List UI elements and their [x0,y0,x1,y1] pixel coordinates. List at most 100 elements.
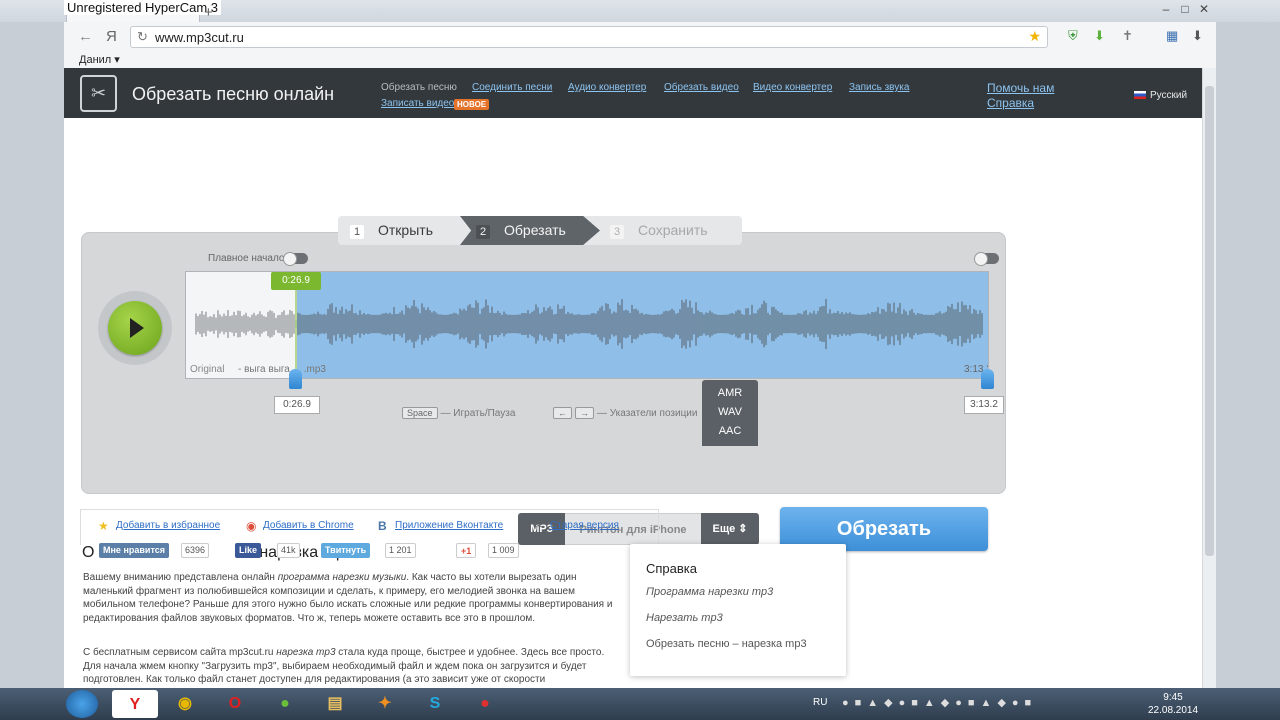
add-favorites-link[interactable]: Добавить в избранное [116,520,220,531]
recorder-watermark: Unregistered HyperCam 3 [64,0,222,15]
nav-cut-video[interactable]: Обрезать видео [664,82,739,93]
file-icon[interactable]: ▦ [1166,28,1178,44]
nav-record-video[interactable]: Записать видео [381,98,454,109]
original-label: Original [190,364,225,375]
minimize-icon[interactable]: – [1157,2,1175,16]
end-handle[interactable] [981,369,994,389]
nav-join-songs[interactable]: Соединить песни [472,82,552,93]
smooth-start-toggle[interactable] [283,252,308,266]
steps-bar: 1 Открыть 2 Обрезать 3 Сохранить [338,216,742,245]
start-time-box[interactable]: 0:26.9 [274,396,320,414]
step-cut[interactable]: 2 Обрезать [460,216,600,245]
tool-taskbar-icon[interactable]: ✦ [362,690,408,718]
vk-icon: B [378,519,387,533]
downloads-icon[interactable]: ⬇ [1192,28,1203,44]
gplus-button[interactable]: +1 [456,543,477,558]
left-arrow-key: ← [553,407,572,419]
play-icon [130,318,144,338]
star-icon: ★ [98,519,109,533]
page-scrollbar[interactable] [1202,68,1216,688]
step-number: 3 [610,225,624,239]
paragraph-text: С бесплатным сервисом сайта mp3cut.ru [83,647,277,658]
end-time-box[interactable]: 3:13.2 [964,396,1004,414]
shield-icon[interactable]: ⛨ [1068,28,1078,44]
language-label: Русский [1150,90,1188,101]
folder-taskbar-icon[interactable]: ▤ [312,690,358,718]
close-icon[interactable]: ✕ [1195,2,1213,16]
url-text: www.mp3cut.ru [155,30,244,45]
old-version-link[interactable]: Старая версия [550,520,619,531]
vk-like-count: 6396 [181,543,210,558]
browser-toolbar: ← Я ↻ www.mp3cut.ru ★ ⛨ ⬇ ✝ ▦ ⬇ [64,22,1216,52]
tool-icon[interactable]: ✝ [1122,28,1133,44]
bookmark-star-icon[interactable]: ★ [1028,28,1041,45]
file-name-label: - выга выга ... .mp3 [238,364,326,375]
editor-panel: Плавное начало Original - выга выга ... … [81,232,1006,551]
tray-icons[interactable]: ●■▲◆●■▲◆●■▲◆●■ [842,696,1037,709]
page-heading-start: О [82,544,95,561]
skype-taskbar-icon[interactable]: S [412,690,458,718]
scroll-thumb[interactable] [1205,86,1214,556]
help-item[interactable]: Обрезать песню – нарезка mp3 [646,638,807,650]
paragraph-emphasis: нарезка mp3 [276,647,336,658]
nav-audio-converter[interactable]: Аудио конвертер [568,82,646,93]
format-wav-option[interactable]: WAV [702,406,758,418]
help-link[interactable]: Справка [987,96,1034,110]
clock-date: 22.08.2014 [1148,705,1199,716]
play-button[interactable] [108,301,162,355]
help-panel: Справка Программа нарезки mp3 Нарезать m… [630,544,846,676]
app-taskbar-icon[interactable]: ● [262,690,308,718]
nav-cut-song[interactable]: Обрезать песню [381,82,457,93]
user-menu[interactable]: Данил ▾ [79,53,120,66]
opera-taskbar-icon[interactable]: O [212,690,258,718]
format-aac-option[interactable]: AAC [702,425,758,437]
new-badge: НОВОЕ [454,99,490,110]
taskbar: Y ◉ O ● ▤ ✦ S ● RU ●■▲◆●■▲◆●■▲◆●■ 9:45 2… [0,688,1280,720]
step-save[interactable]: 3 Сохранить [610,216,708,245]
tweet-button[interactable]: Твитнуть [321,543,371,558]
nav-record-sound[interactable]: Запись звука [849,82,909,93]
keyboard-language[interactable]: RU [813,697,827,708]
add-chrome-link[interactable]: Добавить в Chrome [263,520,354,531]
web-page: ✂ Обрезать песню онлайн Обрезать песню С… [64,68,1202,688]
gplus-count: 1 009 [488,543,519,558]
paragraph-2: С бесплатным сервисом сайта mp3cut.ru на… [83,646,618,687]
new-tab-button[interactable]: + [204,4,213,21]
download-icon[interactable]: ⬇ [1094,28,1105,44]
browser-titlebar: Unregistered HyperCam 3 + – □ ✕ [0,0,1280,22]
chrome-taskbar-icon[interactable]: ◉ [162,690,208,718]
help-item[interactable]: Программа нарезки mp3 [646,586,773,598]
nav-video-converter[interactable]: Видео конвертер [753,82,832,93]
step-open[interactable]: 1 Открыть [350,216,433,245]
format-dropdown: AMR WAV AAC [702,380,758,446]
start-button[interactable] [66,690,98,718]
vk-app-link[interactable]: Приложение Вконтакте [395,520,503,531]
clock[interactable]: 9:45 22.08.2014 [1148,691,1198,717]
help-item[interactable]: Нарезать mp3 [646,612,723,624]
right-arrow-key: → [575,407,594,419]
record-taskbar-icon[interactable]: ● [462,690,508,718]
maximize-icon[interactable]: □ [1176,2,1194,16]
address-bar[interactable]: ↻ www.mp3cut.ru ★ [130,26,1048,48]
scissors-icon: ✂ [534,519,545,533]
language-selector[interactable]: Русский [1134,90,1187,101]
help-us-link[interactable]: Помочь нам [987,81,1054,95]
format-amr-option[interactable]: AMR [702,387,758,399]
step-number: 1 [350,225,364,239]
reload-icon[interactable]: ↻ [137,29,148,45]
paragraph-1: Вашему вниманию представлена онлайн прог… [83,571,618,625]
chrome-icon: ◉ [246,519,257,533]
yandex-icon[interactable]: Я [106,28,117,45]
logo-icon[interactable]: ✂ [80,75,117,112]
format-more-button[interactable]: Еще ⇕ [701,513,759,545]
smooth-end-toggle[interactable] [974,252,999,266]
vk-like-button[interactable]: Мне нравится [99,543,169,558]
back-icon[interactable]: ← [78,28,93,45]
space-key: Space [402,407,438,419]
fb-like-button[interactable]: Like [235,543,262,558]
space-hint: Space — Играть/Пауза [402,407,515,419]
yandex-browser-taskbar-icon[interactable]: Y [112,690,158,718]
paragraph-text: Вашему вниманию представлена онлайн [83,572,278,583]
fb-like-count: 41k [277,543,300,558]
start-handle[interactable] [289,369,302,389]
